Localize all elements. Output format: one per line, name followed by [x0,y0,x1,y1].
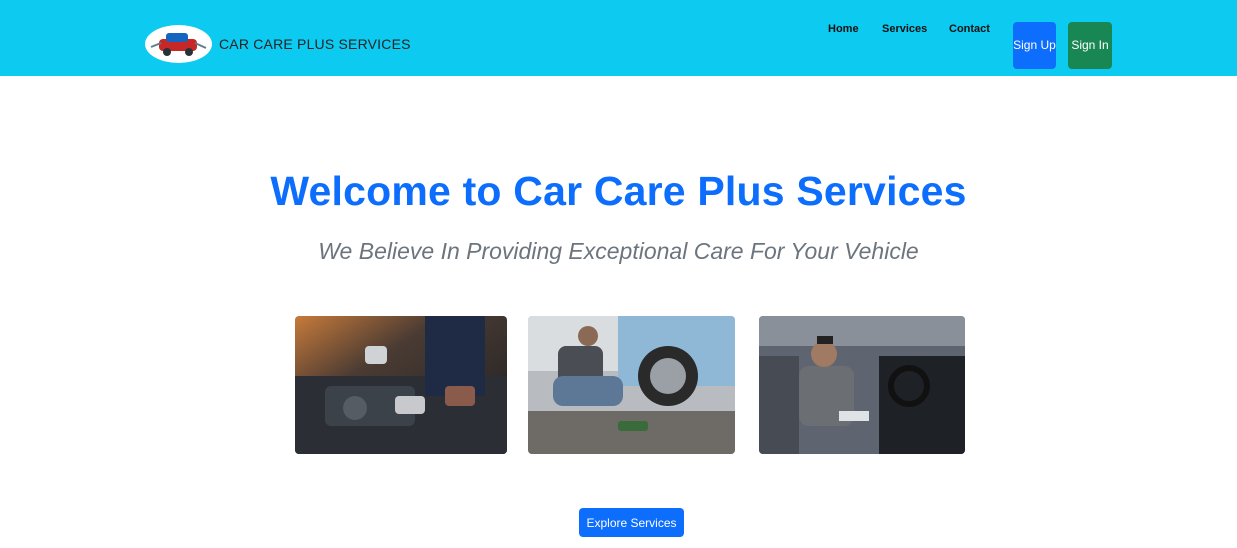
page-title: Welcome to Car Care Plus Services [270,168,967,214]
page-subtitle: We Believe In Providing Exceptional Care… [318,238,919,264]
navbar: CAR CARE PLUS SERVICES Home Services Con… [0,0,1237,76]
brand-link[interactable]: CAR CARE PLUS SERVICES [145,25,411,63]
explore-services-button[interactable]: Explore Services [579,508,684,537]
nav-link-services[interactable]: Services [882,23,927,35]
explore-services-label: Explore Services [586,515,677,530]
tire-change-image [528,316,735,454]
interior-inspection-image [759,316,965,454]
engine-repair-image [295,316,507,454]
nav-link-home[interactable]: Home [828,23,859,35]
brand-text: CAR CARE PLUS SERVICES [219,36,411,52]
sign-in-label: Sign In [1071,38,1109,52]
sign-up-label: Sign Up [1013,38,1056,52]
brand-logo-icon [145,25,212,63]
nav-link-contact[interactable]: Contact [949,23,990,35]
sign-up-button[interactable]: Sign Up [1013,22,1056,69]
sign-in-button[interactable]: Sign In [1068,22,1112,69]
